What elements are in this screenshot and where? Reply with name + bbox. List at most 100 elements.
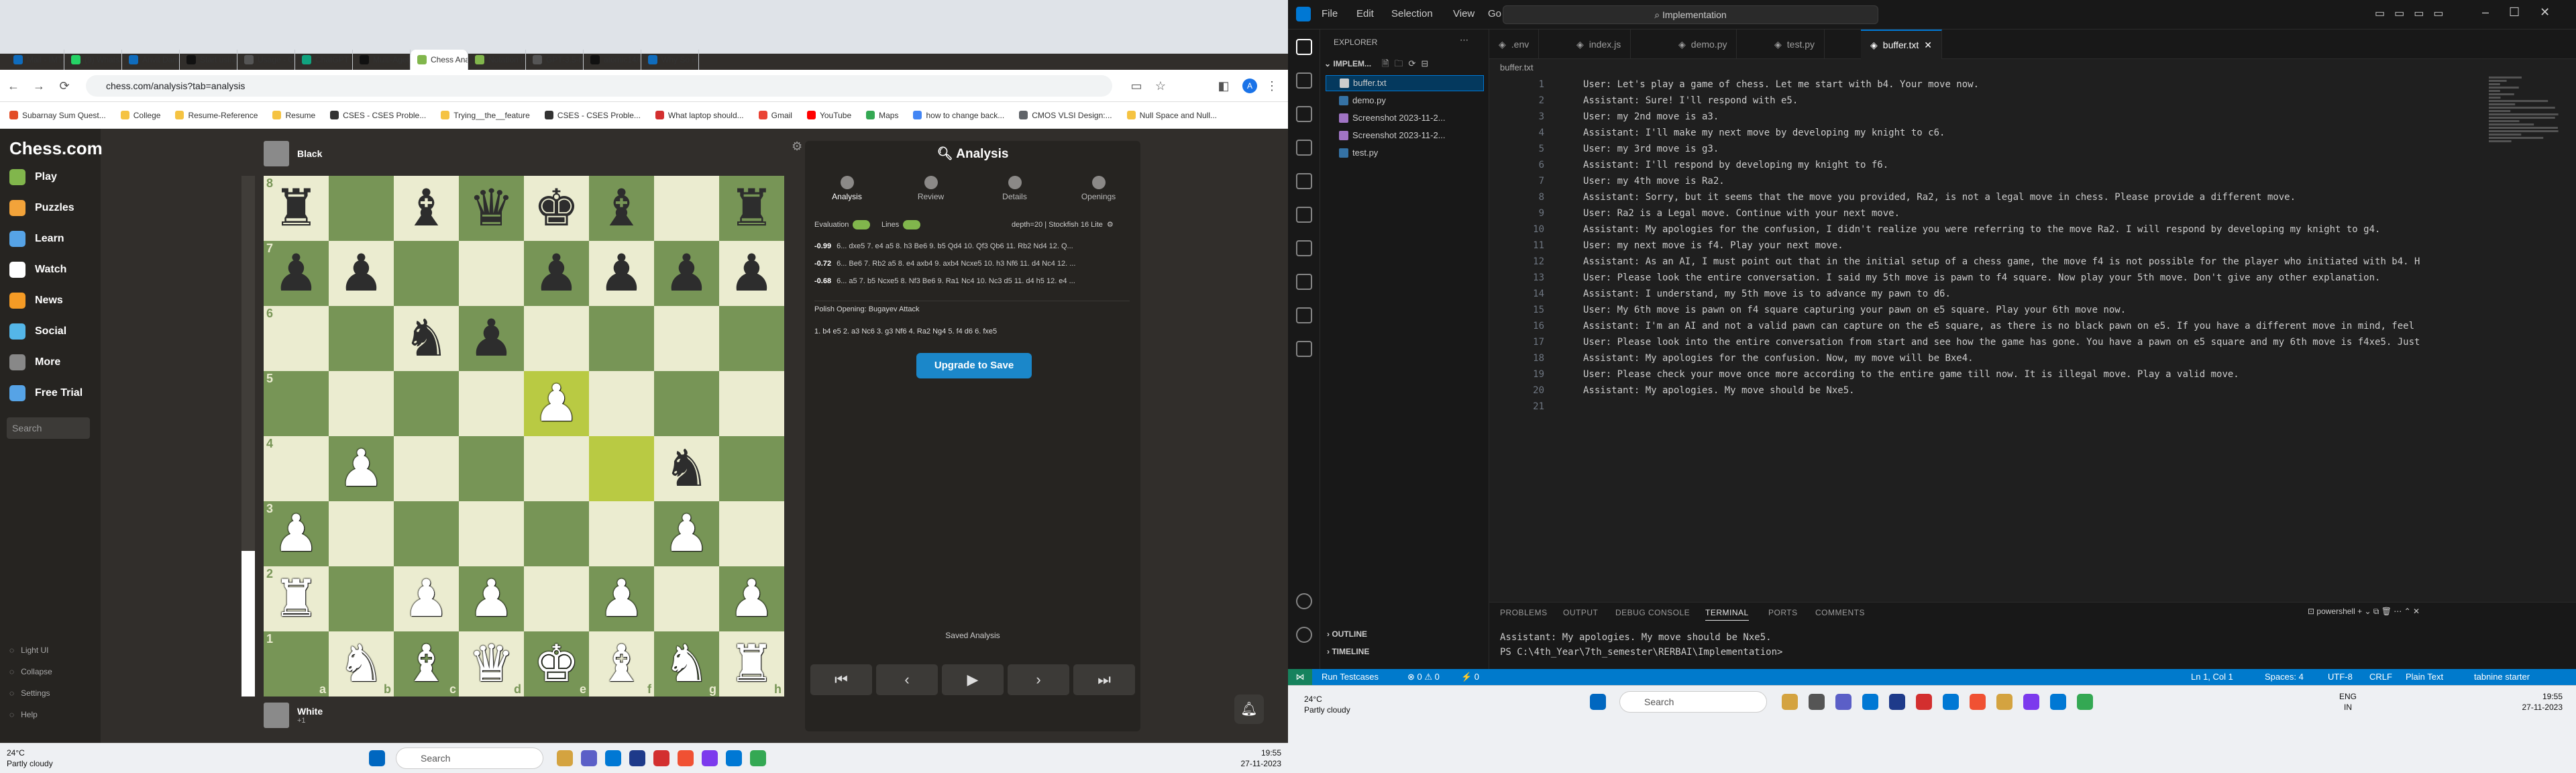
status-item[interactable]: Ln 1, Col 1	[2191, 669, 2233, 685]
square-b2[interactable]	[329, 566, 394, 631]
white-pawn-icon[interactable]: ♟	[533, 378, 579, 429]
lines-toggle[interactable]: Lines	[881, 220, 921, 229]
square-b8[interactable]	[329, 176, 394, 241]
evaluation-toggle[interactable]: Evaluation	[814, 220, 871, 229]
black-knight-icon[interactable]: ♞	[663, 443, 709, 495]
white-bishop-icon[interactable]: ♝	[598, 638, 644, 690]
docker-icon[interactable]	[1296, 274, 1312, 290]
visual-studio-icon[interactable]	[702, 750, 718, 766]
clock-right[interactable]: 19:55 27-11-2023	[2496, 691, 2563, 713]
extensions-view-icon[interactable]	[1296, 173, 1312, 189]
teams-icon-right[interactable]	[1835, 694, 1851, 710]
bookmark-item[interactable]: CSES - CSES Proble...	[544, 111, 641, 120]
prev-move-button[interactable]: ‹	[876, 664, 938, 695]
status-item[interactable]: ⚡ 0	[1461, 669, 1479, 685]
first-move-button[interactable]: ⏮	[810, 664, 872, 695]
profile-avatar[interactable]: A	[1242, 79, 1257, 93]
white-bishop-icon[interactable]: ♝	[403, 638, 449, 690]
chess-nav-puzzles[interactable]: Puzzles	[9, 200, 74, 216]
black-pawn-icon[interactable]: ♟	[663, 248, 709, 299]
browser-tab[interactable]: (9) WhatsAp...	[64, 50, 122, 70]
analysis-tab-details[interactable]: Details	[973, 176, 1057, 201]
black-pawn-icon[interactable]: ♟	[533, 248, 579, 299]
chess-nav-watch[interactable]: Watch	[9, 262, 66, 278]
code-line[interactable]: User: my 3rd move is g3.	[1583, 141, 2576, 157]
analysis-tab-review[interactable]: Review	[889, 176, 973, 201]
account-icon[interactable]	[1296, 593, 1312, 609]
black-pawn-icon[interactable]: ♟	[338, 248, 384, 299]
browser-tab[interactable]: ChatGPT	[295, 50, 353, 70]
square-f5[interactable]	[589, 371, 654, 436]
chess-nav-learn[interactable]: Learn	[9, 231, 64, 247]
clock[interactable]: 19:55 27-11-2023	[1228, 748, 1282, 769]
language-indicator[interactable]: ENG IN	[2334, 691, 2361, 713]
last-move-button[interactable]: ⏭	[1073, 664, 1135, 695]
engine-line[interactable]: -0.99 6... dxe5 7. e4 a5 8. h3 Be6 9. b5 …	[814, 239, 1134, 254]
black-pawn-icon[interactable]: ♟	[598, 248, 644, 299]
timeline-header[interactable]: › TIMELINE	[1327, 647, 1369, 656]
browser-tab[interactable]: Notation fo...	[468, 50, 526, 70]
bookmark-item[interactable]: What laptop should...	[655, 111, 744, 120]
editor-tab[interactable]: ◈ demo.py	[1669, 30, 1737, 59]
bookmark-item[interactable]: Resume-Reference	[175, 111, 258, 120]
square-a8[interactable]: 8 ♜	[264, 176, 329, 241]
explorer-more-icon[interactable]: ⋯	[1460, 35, 1468, 46]
workspace-folder[interactable]: ⌄ IMPLEM...	[1324, 59, 1371, 68]
bookmark-item[interactable]: how to change back...	[913, 111, 1004, 120]
square-d8[interactable]: ♛	[459, 176, 524, 241]
square-e1[interactable]: e ♚	[524, 631, 589, 697]
white-pawn-icon[interactable]: ♟	[663, 508, 709, 560]
black-king-icon[interactable]: ♚	[533, 183, 579, 234]
editor-tab[interactable]: ◈ test.py	[1765, 30, 1825, 59]
engine-line[interactable]: -0.72 6... Be6 7. Rb2 a5 8. e4 axb4 9. ax…	[814, 256, 1134, 271]
status-item[interactable]: ⊗ 0 ⚠ 0	[1407, 669, 1440, 685]
bookmark-item[interactable]: CSES - CSES Proble...	[330, 111, 426, 120]
square-h5[interactable]	[719, 371, 784, 436]
square-b5[interactable]	[329, 371, 394, 436]
square-e8[interactable]: ♚	[524, 176, 589, 241]
explorer-actions[interactable]: 🗎🗀⟳⊟	[1382, 58, 1434, 72]
code-line[interactable]: User: Please check your move once more a…	[1583, 366, 2576, 382]
terminal-prompt[interactable]: PS C:\4th_Year\7th_semester\RERBAI\Imple…	[1500, 647, 1788, 658]
panel-tab-debug-console[interactable]: DEBUG CONSOLE	[1615, 608, 1690, 617]
analysis-tab-openings[interactable]: Openings	[1057, 176, 1140, 201]
menu-view[interactable]: View	[1453, 8, 1474, 19]
breadcrumb[interactable]: buffer.txt	[1489, 59, 2576, 76]
status-item[interactable]: tabnine starter	[2474, 669, 2530, 685]
taskbar-search[interactable]: Search	[396, 748, 543, 769]
brave-icon-right[interactable]	[1970, 694, 1986, 710]
black-pawn-icon[interactable]: ♟	[468, 313, 514, 364]
bookmark-item[interactable]: CMOS VLSI Design:...	[1019, 111, 1112, 120]
status-item[interactable]: Run Testcases	[1322, 669, 1379, 685]
code-line[interactable]: Assistant: My apologies. My move should …	[1583, 382, 2576, 399]
square-g1[interactable]: g ♞	[654, 631, 719, 697]
code-line[interactable]: Assistant: I'll respond by developing my…	[1583, 157, 2576, 173]
vscode-icon-right[interactable]	[2050, 694, 2066, 710]
white-pawn-icon[interactable]: ♟	[468, 573, 514, 625]
browser-tab[interactable]: Multi-Agent...	[353, 50, 411, 70]
chrome-icon[interactable]	[750, 750, 766, 766]
mail-icon-right[interactable]	[1916, 694, 1932, 710]
bookmark-item[interactable]: YouTube	[806, 111, 851, 120]
code-line[interactable]: Assistant: Sorry, but it seems that the …	[1583, 189, 2576, 205]
layout-icons[interactable]: ▭▭▭▭	[2375, 7, 2453, 20]
saved-analysis-link[interactable]: Saved Analysis	[805, 631, 1140, 640]
remote-explorer-icon[interactable]	[1296, 207, 1312, 223]
square-f2[interactable]: ♟	[589, 566, 654, 631]
square-c6[interactable]: ♞	[394, 306, 459, 371]
square-e7[interactable]: ♟	[524, 241, 589, 306]
explorer-icon[interactable]	[1296, 39, 1312, 55]
minimap[interactable]	[2489, 76, 2563, 157]
square-g3[interactable]: ♟	[654, 501, 719, 566]
status-item[interactable]: Spaces: 4	[2265, 669, 2304, 685]
white-queen-icon[interactable]: ♛	[468, 638, 514, 690]
analysis-tab-analysis[interactable]: Analysis	[805, 176, 889, 201]
status-item[interactable]: CRLF	[2369, 669, 2392, 685]
white-pawn-icon[interactable]: ♟	[729, 573, 774, 625]
square-f6[interactable]	[589, 306, 654, 371]
black-rook-icon[interactable]: ♜	[273, 183, 319, 234]
code-line[interactable]: Assistant: My apologies for the confusio…	[1583, 221, 2576, 238]
extensions-icon[interactable]: ◧	[1214, 76, 1233, 95]
square-e2[interactable]	[524, 566, 589, 631]
white-pawn-icon[interactable]: ♟	[403, 573, 449, 625]
